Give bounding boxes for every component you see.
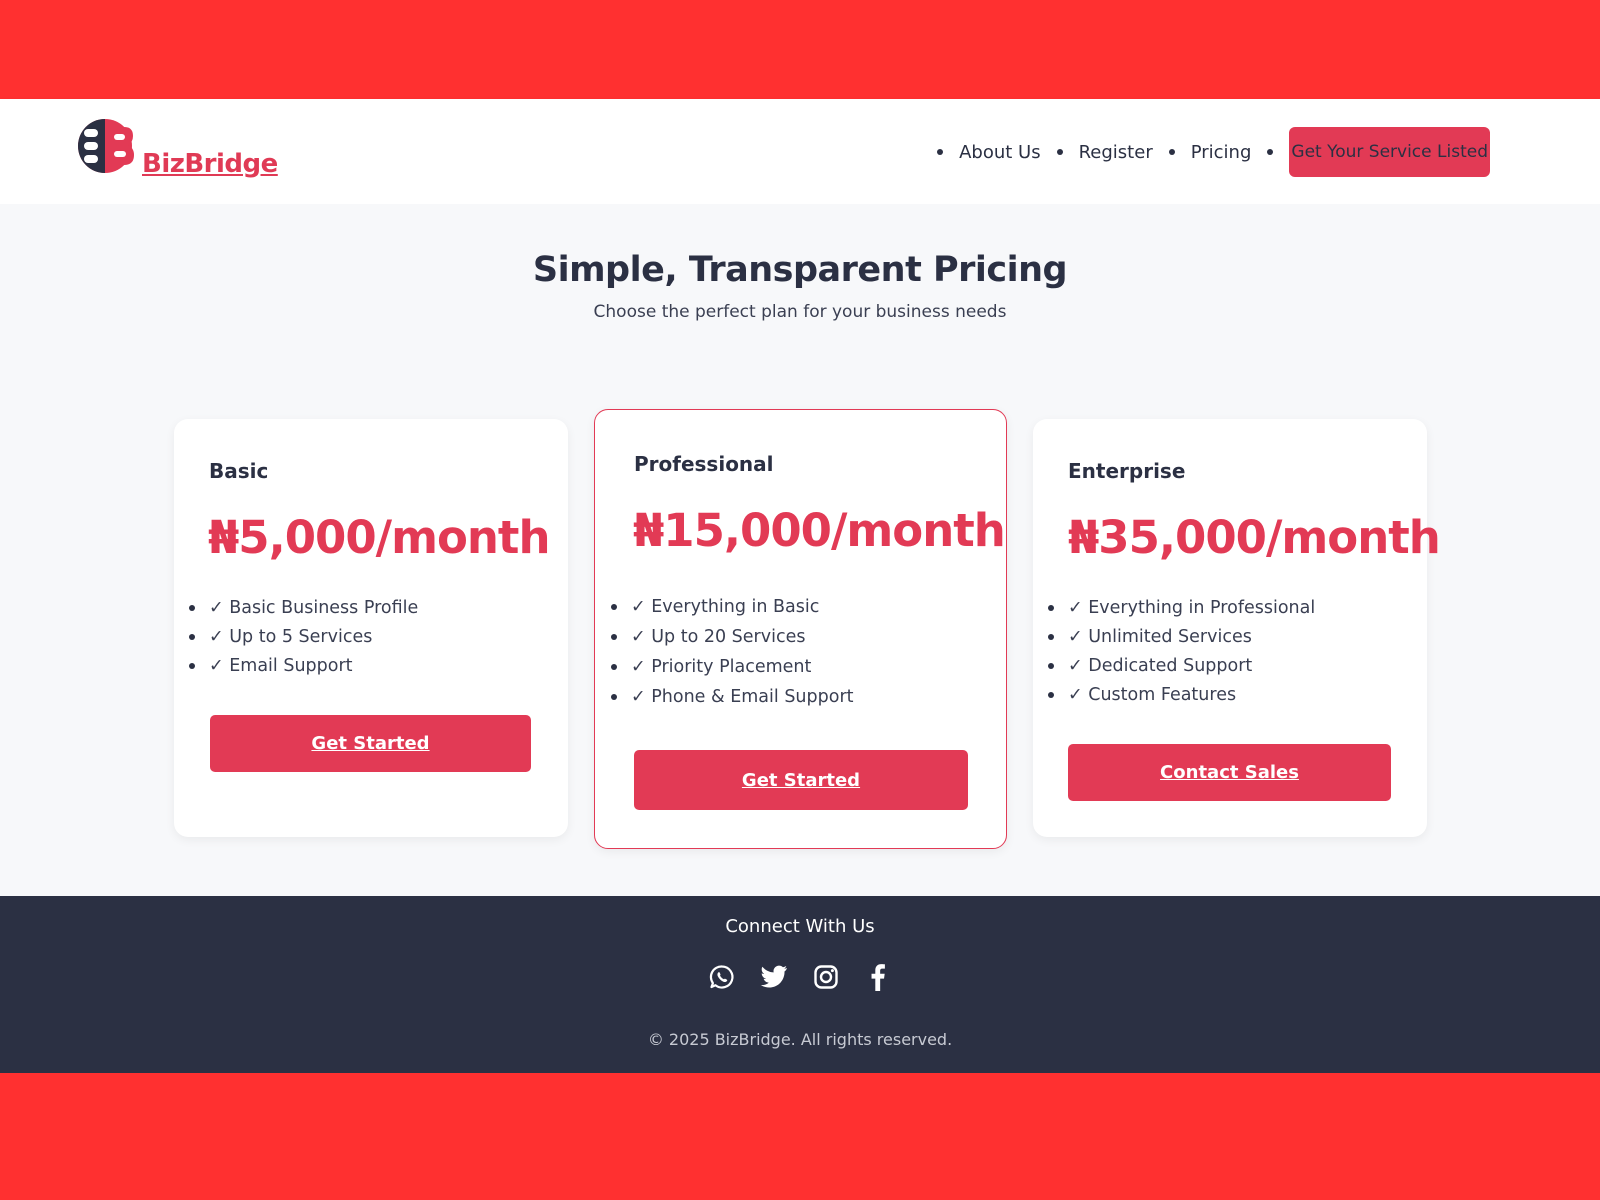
feature-item: ✓ Dedicated Support bbox=[1048, 651, 1315, 680]
plan-price: ₦5,000/month bbox=[208, 511, 550, 564]
feature-label: ✓ Email Support bbox=[209, 655, 353, 676]
get-your-service-listed-button[interactable]: Get Your Service Listed bbox=[1289, 127, 1490, 177]
feature-item: ✓ Unlimited Services bbox=[1048, 622, 1315, 651]
bullet bbox=[1048, 604, 1054, 611]
plan-card-basic: Basic ₦5,000/month ✓ Basic Business Prof… bbox=[174, 419, 568, 837]
instagram-icon bbox=[814, 965, 838, 989]
instagram-link[interactable] bbox=[811, 962, 841, 992]
feature-label: ✓ Everything in Professional bbox=[1068, 597, 1316, 618]
nav-item-about-us[interactable]: About Us bbox=[937, 142, 1041, 163]
bullet bbox=[1048, 691, 1054, 698]
plan-card-professional: Professional ₦15,000/month ✓ Everything … bbox=[594, 409, 1007, 849]
bullet bbox=[189, 633, 195, 640]
contact-sales-button[interactable]: Contact Sales bbox=[1068, 744, 1391, 801]
plan-price: ₦35,000/month bbox=[1068, 511, 1441, 564]
site-footer: Connect With Us © 2025 BizBridge. All ri… bbox=[0, 896, 1600, 1073]
bullet bbox=[1048, 633, 1054, 640]
bottom-frame-band bbox=[0, 1073, 1600, 1200]
plan-card-enterprise: Enterprise ₦35,000/month ✓ Everything in… bbox=[1033, 419, 1441, 837]
feature-label: ✓ Up to 5 Services bbox=[209, 626, 373, 647]
nav-bullet bbox=[1267, 149, 1274, 155]
bullet bbox=[1048, 662, 1054, 669]
feature-label: ✓ Basic Business Profile bbox=[209, 597, 419, 618]
feature-item: ✓ Phone & Email Support bbox=[611, 682, 854, 712]
plan-price: ₦15,000/month bbox=[633, 504, 1006, 557]
nav-bullet bbox=[1056, 149, 1063, 155]
social-links bbox=[0, 962, 1600, 992]
nav-label-about-us[interactable]: About Us bbox=[959, 142, 1041, 163]
page: BizBridge About Us Register Pricing Get … bbox=[0, 0, 1600, 1200]
feature-item: ✓ Up to 5 Services bbox=[189, 622, 418, 651]
nav-item-register[interactable]: Register bbox=[1056, 142, 1153, 163]
feature-label: ✓ Dedicated Support bbox=[1068, 655, 1253, 676]
plan-features: ✓ Everything in Basic ✓ Up to 20 Service… bbox=[611, 592, 854, 712]
facebook-link[interactable] bbox=[863, 962, 893, 992]
copyright: © 2025 BizBridge. All rights reserved. bbox=[647, 1030, 953, 1049]
twitter-link[interactable] bbox=[759, 962, 789, 992]
bullet bbox=[189, 604, 195, 611]
top-frame-band bbox=[0, 0, 1600, 99]
get-started-button-professional[interactable]: Get Started bbox=[634, 750, 968, 810]
feature-label: ✓ Phone & Email Support bbox=[631, 687, 854, 707]
plan-name: Enterprise bbox=[1068, 459, 1186, 483]
bullet bbox=[611, 694, 617, 700]
plan-features: ✓ Basic Business Profile ✓ Up to 5 Servi… bbox=[189, 593, 418, 680]
feature-label: ✓ Everything in Basic bbox=[631, 597, 820, 617]
feature-item: ✓ Priority Placement bbox=[611, 652, 854, 682]
nav-bullet bbox=[937, 149, 944, 155]
bullet bbox=[611, 604, 617, 610]
nav-label-pricing[interactable]: Pricing bbox=[1191, 142, 1252, 163]
feature-item: ✓ Custom Features bbox=[1048, 680, 1315, 709]
footer-title: Connect With Us bbox=[725, 916, 875, 937]
plan-name: Professional bbox=[634, 452, 774, 476]
nav-label-register[interactable]: Register bbox=[1079, 142, 1153, 163]
whatsapp-link[interactable] bbox=[707, 962, 737, 992]
feature-item: ✓ Email Support bbox=[189, 651, 418, 680]
feature-item: ✓ Everything in Professional bbox=[1048, 593, 1315, 622]
twitter-icon bbox=[760, 965, 787, 988]
feature-label: ✓ Unlimited Services bbox=[1068, 626, 1252, 647]
pricing-section: Simple, Transparent Pricing Choose the p… bbox=[0, 204, 1600, 896]
feature-label: ✓ Up to 20 Services bbox=[631, 627, 806, 647]
brand-name: BizBridge bbox=[142, 149, 278, 179]
feature-item: ✓ Up to 20 Services bbox=[611, 622, 854, 652]
bullet bbox=[611, 634, 617, 640]
plan-name: Basic bbox=[209, 459, 269, 483]
nav-item-cta: Get Your Service Listed bbox=[1267, 127, 1490, 177]
page-subtitle: Choose the perfect plan for your busines… bbox=[593, 302, 1007, 322]
logo-icon bbox=[78, 119, 134, 173]
feature-item: ✓ Basic Business Profile bbox=[189, 593, 418, 622]
bullet bbox=[189, 662, 195, 669]
feature-label: ✓ Priority Placement bbox=[631, 657, 812, 677]
nav-bullet bbox=[1168, 149, 1175, 155]
whatsapp-icon bbox=[709, 965, 734, 989]
logo-link[interactable]: BizBridge bbox=[78, 117, 278, 179]
page-title: Simple, Transparent Pricing bbox=[532, 250, 1068, 290]
bullet bbox=[611, 664, 617, 670]
main-nav: About Us Register Pricing Get Your Servi… bbox=[937, 127, 1490, 177]
get-started-button-basic[interactable]: Get Started bbox=[210, 715, 531, 772]
feature-label: ✓ Custom Features bbox=[1068, 684, 1237, 705]
site-header: BizBridge About Us Register Pricing Get … bbox=[0, 99, 1600, 204]
nav-item-pricing[interactable]: Pricing bbox=[1168, 142, 1252, 163]
facebook-icon bbox=[871, 964, 885, 991]
feature-item: ✓ Everything in Basic bbox=[611, 592, 854, 622]
plan-features: ✓ Everything in Professional ✓ Unlimited… bbox=[1048, 593, 1315, 709]
